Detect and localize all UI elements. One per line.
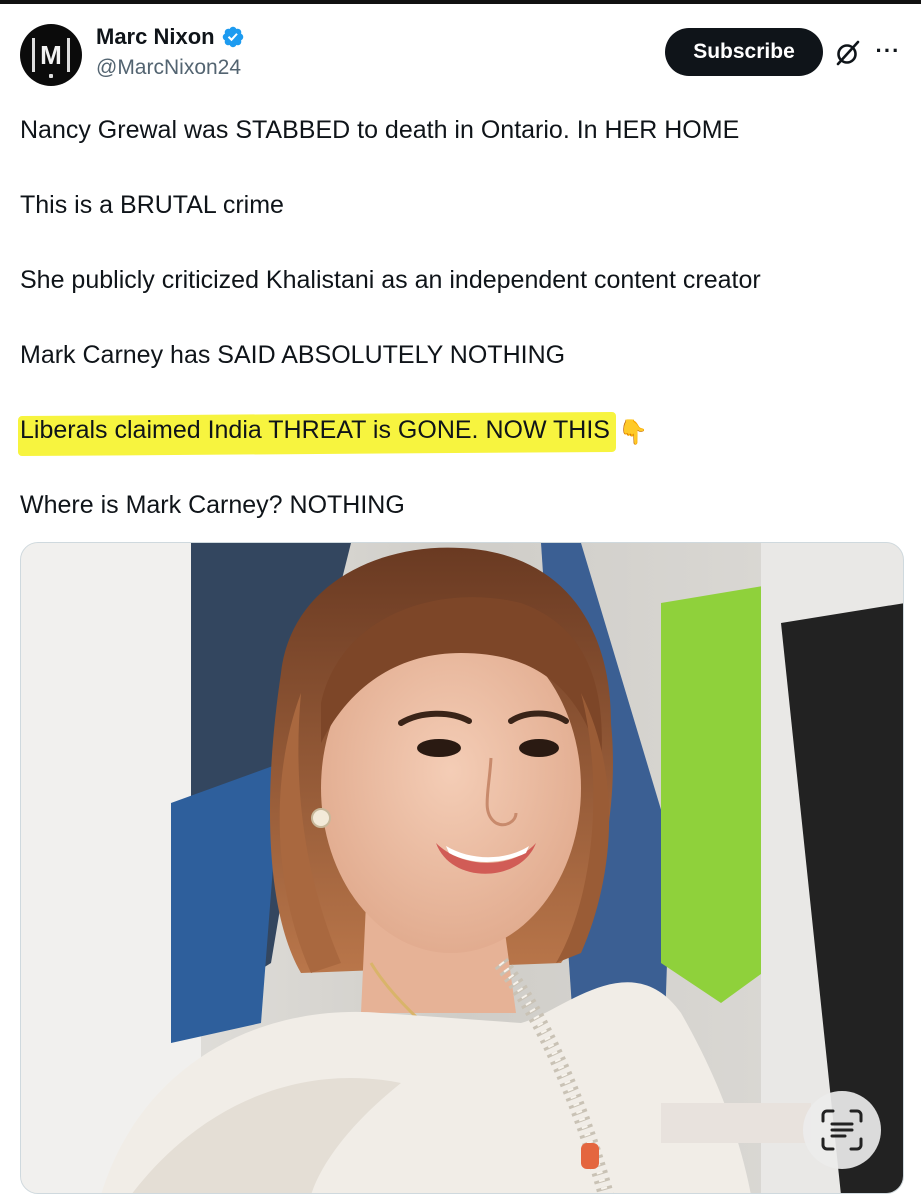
post-line-6: Where is Mark Carney? NOTHING bbox=[20, 491, 405, 519]
verified-badge-icon bbox=[222, 26, 243, 48]
author-handle[interactable]: @MarcNixon24 bbox=[96, 56, 245, 80]
post-line-5-row: Liberals claimed India THREAT is GONE. N… bbox=[18, 411, 901, 457]
avatar-logo: M bbox=[32, 38, 70, 72]
post-line-2: This is a BRUTAL crime bbox=[20, 191, 284, 219]
subscribe-button[interactable]: Subscribe bbox=[665, 28, 823, 76]
post-line-5: Liberals claimed India THREAT is GONE. N… bbox=[20, 416, 610, 444]
pointing-down-emoji: 👇 bbox=[617, 419, 648, 446]
author-display-name[interactable]: Marc Nixon bbox=[96, 24, 215, 50]
author-block: Marc Nixon @MarcNixon24 bbox=[96, 22, 245, 80]
avatar[interactable]: M bbox=[20, 24, 82, 86]
avatar-dot bbox=[49, 74, 53, 78]
post-line-3: She publicly criticized Khalistani as an… bbox=[20, 266, 761, 294]
text-scan-button[interactable] bbox=[803, 1091, 881, 1169]
grok-icon[interactable] bbox=[833, 38, 863, 68]
highlighted-line: Liberals claimed India THREAT is GONE. N… bbox=[18, 411, 616, 457]
avatar-letter: M bbox=[40, 40, 62, 70]
portrait-photo bbox=[21, 543, 903, 1193]
author-name-row: Marc Nixon bbox=[96, 22, 245, 52]
post-screenshot: M Marc Nixon @MarcNixon24 Subscribe ··· … bbox=[0, 0, 921, 1200]
post-line-1: Nancy Grewal was STABBED to death in Ont… bbox=[20, 116, 740, 144]
post-text: Nancy Grewal was STABBED to death in Ont… bbox=[18, 112, 901, 523]
more-icon[interactable]: ··· bbox=[873, 36, 903, 66]
post-header: M Marc Nixon @MarcNixon24 Subscribe ··· bbox=[20, 22, 903, 94]
text-scan-icon bbox=[821, 1109, 863, 1151]
post-line-4: Mark Carney has SAID ABSOLUTELY NOTHING bbox=[20, 341, 566, 369]
post-image[interactable] bbox=[20, 542, 904, 1194]
